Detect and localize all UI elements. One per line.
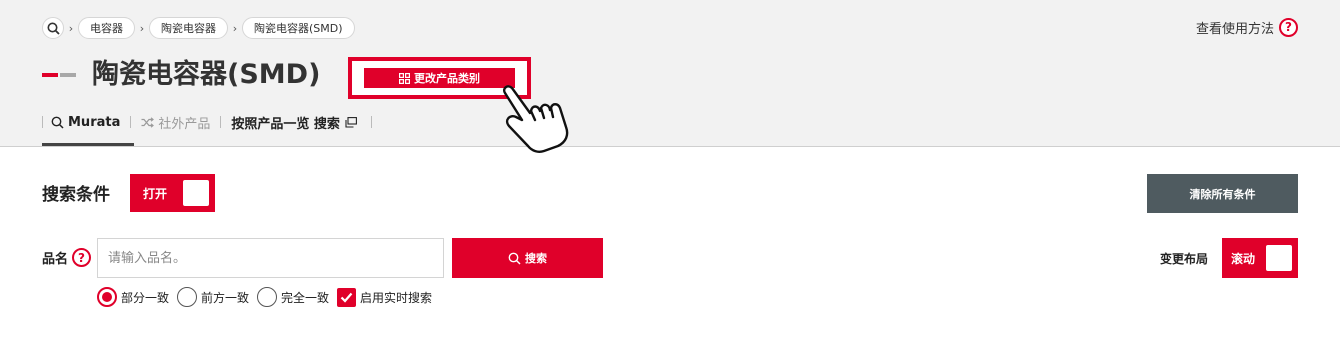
tab-murata[interactable]: Murata: [51, 115, 120, 130]
realtime-search-option[interactable]: 启用实时搜索: [337, 287, 433, 307]
pointing-hand-icon: [503, 85, 569, 153]
clear-all-conditions-button[interactable]: 清除所有条件: [1147, 174, 1298, 213]
toggle-knob: [1266, 245, 1292, 271]
source-tabs: Murata 社外产品 按照产品一览 搜索: [42, 112, 382, 132]
part-name-label-group: 品名 ?: [42, 248, 92, 267]
radio-unchecked[interactable]: [177, 287, 198, 307]
realtime-search-checkbox[interactable]: [337, 287, 357, 307]
layout-toggle[interactable]: 滚动: [1222, 238, 1298, 278]
breadcrumb-item-ceramic-smd[interactable]: 陶瓷电容器(SMD): [242, 17, 355, 39]
grid-icon: [399, 72, 410, 84]
search-button-label: 搜索: [525, 252, 547, 265]
option-exact-match[interactable]: 完全一致: [257, 287, 329, 307]
part-name-input[interactable]: [97, 238, 444, 278]
search-button[interactable]: 搜索: [452, 238, 603, 278]
question-mark-icon: ?: [1279, 17, 1298, 37]
option-partial-label: 部分一致: [121, 290, 170, 305]
search-icon: [47, 22, 60, 35]
breadcrumb-item-ceramic-capacitors[interactable]: 陶瓷电容器: [149, 17, 228, 39]
realtime-search-label: 启用实时搜索: [360, 290, 433, 305]
tab-list-search-label: 按照产品一览 搜索: [231, 116, 340, 132]
search-conditions-title: 搜索条件: [42, 185, 110, 205]
option-prefix-match[interactable]: 前方一致: [177, 287, 249, 307]
tab-list-search[interactable]: 按照产品一览 搜索: [231, 113, 361, 132]
title-decoration: [42, 73, 76, 77]
chevron-right-icon: ›: [232, 21, 238, 35]
tab-other-label: 社外产品: [158, 116, 211, 132]
tab-murata-label: Murata: [68, 114, 121, 130]
breadcrumb: › 电容器 › 陶瓷电容器 › 陶瓷电容器(SMD): [42, 16, 355, 40]
tab-other-products[interactable]: 社外产品: [141, 113, 210, 132]
option-exact-label: 完全一致: [281, 290, 330, 305]
conditions-toggle[interactable]: 打开: [130, 174, 215, 212]
match-options: 部分一致 前方一致 完全一致 启用实时搜索: [97, 286, 440, 308]
change-category-label: 更改产品类别: [414, 72, 480, 85]
header-divider: [0, 146, 1340, 147]
chevron-right-icon: ›: [139, 21, 145, 35]
search-icon: [51, 116, 64, 129]
part-name-label: 品名: [42, 252, 69, 267]
conditions-toggle-label: 打开: [143, 186, 168, 201]
radio-checked[interactable]: [97, 287, 117, 307]
question-mark-icon[interactable]: ?: [72, 248, 92, 267]
page-title: 陶瓷电容器(SMD): [92, 59, 321, 90]
chevron-right-icon: ›: [68, 21, 74, 35]
check-icon: [340, 292, 353, 303]
tab-divider: [42, 116, 43, 128]
breadcrumb-item-capacitors[interactable]: 电容器: [78, 17, 135, 39]
option-partial-match[interactable]: 部分一致: [97, 287, 169, 307]
tab-divider: [220, 116, 222, 128]
layout-toggle-label: 滚动: [1231, 251, 1256, 266]
radio-unchecked[interactable]: [257, 287, 278, 307]
external-window-icon: [345, 116, 357, 128]
shuffle-icon: [141, 116, 155, 128]
tab-divider: [130, 116, 132, 128]
change-layout-label: 变更布局: [1160, 252, 1209, 266]
help-link[interactable]: 查看使用方法 ?: [1196, 16, 1298, 38]
active-tab-indicator: [42, 143, 134, 146]
option-prefix-label: 前方一致: [201, 290, 250, 305]
breadcrumb-home[interactable]: [42, 17, 64, 39]
toggle-knob: [183, 180, 209, 206]
tab-divider: [370, 116, 372, 128]
help-label: 查看使用方法: [1195, 21, 1274, 37]
search-icon: [508, 252, 521, 265]
